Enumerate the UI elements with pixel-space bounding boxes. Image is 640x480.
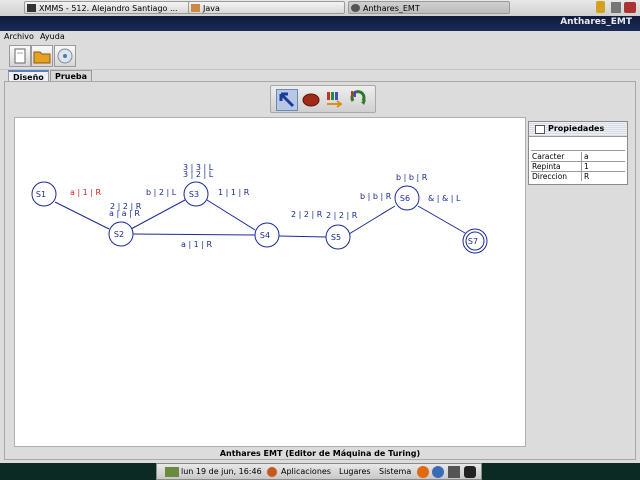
menu-archivo[interactable]: Archivo: [4, 31, 34, 43]
menu-sistema[interactable]: Sistema: [379, 466, 411, 478]
menu-aplicaciones[interactable]: Aplicaciones: [281, 466, 331, 478]
edge-s1-s2[interactable]: [54, 201, 110, 230]
state-label: S3: [189, 190, 199, 199]
status-bar-text: Anthares EMT (Editor de Máquina de Turin…: [219, 449, 421, 458]
firefox-icon[interactable]: [417, 466, 429, 478]
state-circle-icon: [302, 93, 320, 107]
toolbar: [0, 43, 640, 70]
arrow-cursor-icon: [279, 92, 295, 108]
tab-diseno[interactable]: Diseño: [8, 70, 49, 82]
transition-label: b | b | R: [396, 173, 428, 182]
xmms-icon: [27, 4, 36, 12]
transition-label: 2 | 2 | R: [326, 211, 358, 220]
property-value[interactable]: R: [581, 172, 625, 181]
menu-ayuda[interactable]: Ayuda: [40, 31, 65, 43]
menu-lugares[interactable]: Lugares: [339, 466, 371, 478]
new-button[interactable]: [9, 45, 31, 67]
transition-label: & | & | L: [428, 194, 461, 203]
edge-s3-s4[interactable]: [206, 199, 256, 231]
save-disk-button[interactable]: [54, 45, 76, 67]
properties-panel: Propiedades Caracter a Repinta 1 Direcci…: [528, 121, 628, 185]
property-key: Caracter: [532, 152, 565, 161]
task-anthares[interactable]: Anthares_EMT: [348, 1, 510, 14]
bottom-panel-center: lun 19 de jun, 16:46 Aplicaciones Lugare…: [156, 463, 482, 480]
task-java[interactable]: Java: [188, 1, 345, 14]
app-launcher-icon[interactable]: [448, 466, 460, 478]
property-row-direccion[interactable]: Direccion R: [531, 172, 625, 181]
state-label: S4: [260, 231, 270, 240]
disc-icon: [57, 48, 73, 64]
state-label: S1: [36, 190, 46, 199]
properties-empty-row: [531, 138, 625, 151]
mail-icon[interactable]: [432, 466, 444, 478]
show-desktop-icon[interactable]: [165, 467, 179, 477]
transition-tool[interactable]: [324, 89, 346, 111]
lock-icon[interactable]: [596, 1, 605, 13]
shutdown-icon[interactable]: [624, 2, 636, 13]
state-label: S6: [400, 194, 410, 203]
edge-s2-s4[interactable]: [131, 233, 256, 236]
transition-label: a | 1 | R: [70, 188, 102, 197]
tux-icon[interactable]: [464, 466, 476, 478]
transition-label: a | a | R: [109, 209, 140, 218]
applet-icon[interactable]: [611, 2, 621, 13]
property-value[interactable]: 1: [581, 162, 625, 171]
loop-arrow-icon: [350, 90, 366, 105]
transition-label: a | 1 | R: [181, 240, 213, 249]
task-xmms[interactable]: XMMS - 512. Alejandro Santiago ...: [24, 1, 208, 14]
transition-arrow-icon: [327, 92, 343, 108]
window-title: Anthares_EMT: [560, 17, 632, 27]
loop-tool[interactable]: [348, 89, 370, 111]
property-value[interactable]: a: [581, 152, 625, 161]
window-titlebar[interactable]: Anthares_EMT: [0, 16, 640, 31]
property-key: Direccion: [532, 172, 568, 181]
transition-label: 1 | 1 | R: [218, 188, 250, 197]
panel-checkbox-icon[interactable]: [535, 125, 545, 134]
clock[interactable]: lun 19 de jun, 16:46: [181, 466, 262, 478]
folder-open-icon: [33, 51, 51, 64]
gnome-foot-icon: [267, 467, 277, 477]
transition-label: b | 2 | L: [146, 188, 177, 197]
tool-palette: [270, 85, 376, 113]
java-icon: [191, 4, 200, 12]
anthares-icon: [351, 4, 360, 12]
select-tool[interactable]: [276, 89, 298, 111]
property-row-repinta[interactable]: Repinta 1: [531, 162, 625, 172]
transition-label: 2 | 2 | R: [291, 210, 323, 219]
diagram-canvas[interactable]: S1 S2 S3 S4 S5 S6 S7 a | 1 | R 2 | 2 | R…: [14, 117, 526, 447]
edge-s6-s7[interactable]: [417, 205, 466, 234]
transition-label: b | b | R: [360, 192, 392, 201]
property-row-caracter[interactable]: Caracter a: [531, 152, 625, 162]
state-label: S7: [468, 237, 478, 246]
top-taskbar: XMMS - 512. Alejandro Santiago ... Java …: [0, 0, 640, 17]
state-diagram: S1 S2 S3 S4 S5 S6 S7 a | 1 | R 2 | 2 | R…: [31, 163, 488, 254]
edge-s4-s5[interactable]: [278, 235, 327, 238]
state-tool[interactable]: [300, 89, 322, 111]
new-file-icon: [14, 48, 26, 64]
properties-header[interactable]: Propiedades: [529, 122, 627, 137]
transition-label: 3 | 2 | L: [183, 170, 214, 179]
state-label: S5: [331, 233, 341, 242]
open-button[interactable]: [31, 45, 53, 67]
properties-title: Propiedades: [548, 124, 605, 133]
tab-prueba[interactable]: Prueba: [50, 70, 93, 81]
menubar: Archivo Ayuda: [0, 31, 640, 43]
property-key: Repinta: [532, 162, 561, 171]
state-label: S2: [114, 230, 124, 239]
